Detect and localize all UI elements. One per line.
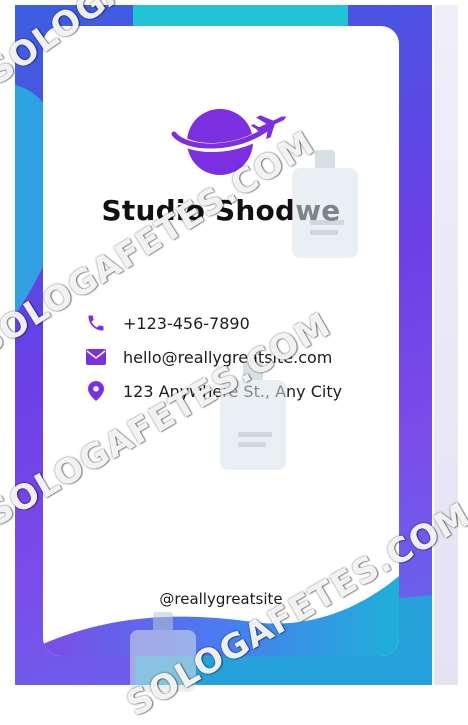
- email-row: hello@reallygreatsite.com: [85, 345, 332, 369]
- globe-plane-logo: [169, 109, 287, 175]
- envelope-icon: [85, 346, 107, 368]
- address-row: 123 Anywhere St., Any City: [85, 379, 342, 403]
- social-handle: @reallygreatsite: [159, 590, 283, 608]
- company-name: Studio Shodwe: [101, 194, 341, 227]
- phone-row: +123-456-7890: [85, 311, 250, 335]
- street-address: 123 Anywhere St., Any City: [123, 381, 343, 401]
- map-pin-icon: [85, 380, 107, 402]
- side-strip: [434, 5, 458, 685]
- email-address: hello@reallygreatsite.com: [123, 347, 333, 367]
- business-card: Studio Shodwe +123-456-7890 hello@really…: [43, 26, 399, 656]
- phone-icon: [85, 312, 107, 334]
- phone-number: +123-456-7890: [123, 313, 250, 333]
